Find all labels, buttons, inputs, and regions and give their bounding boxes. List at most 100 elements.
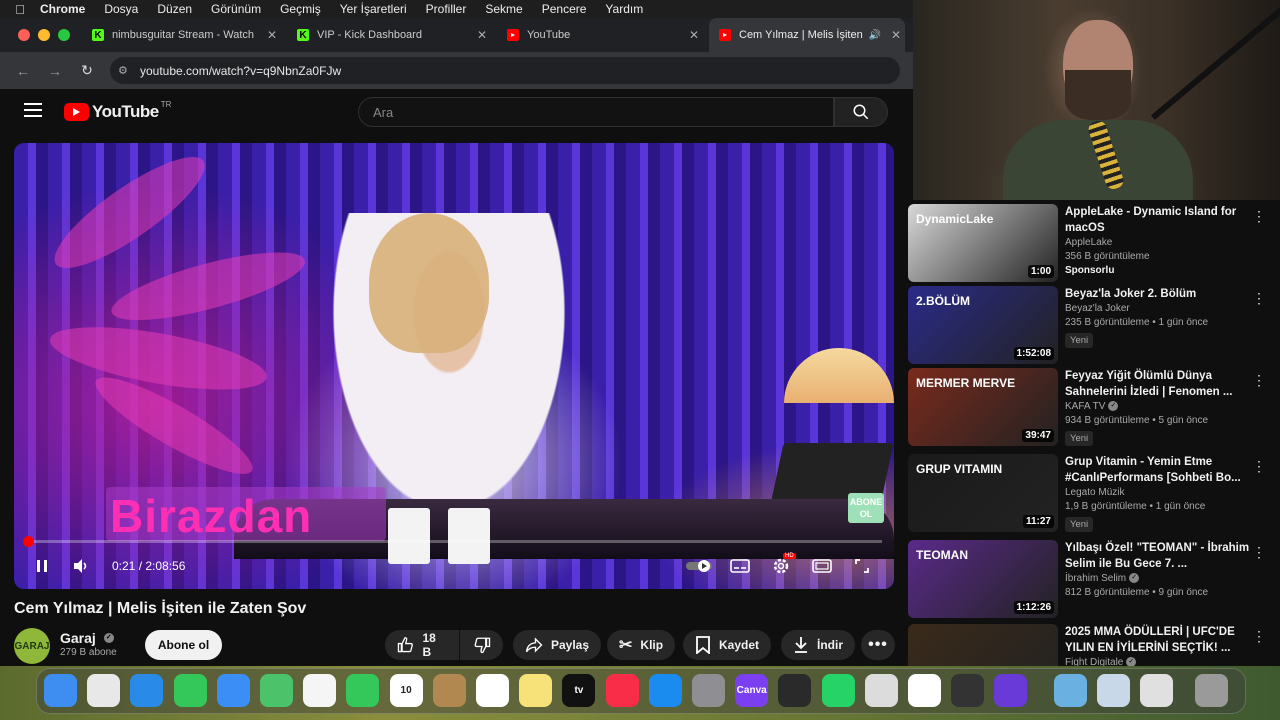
recommendation-title[interactable]: AppleLake - Dynamic Island for macOS: [1065, 204, 1250, 236]
imovie-icon[interactable]: [994, 674, 1028, 707]
recommendation-item[interactable]: MERMER MERVE 39:47 Feyyaz Yiğit Ölümlü Dün…: [908, 368, 1278, 446]
canva-icon[interactable]: Canva: [735, 674, 769, 707]
quicktime-icon[interactable]: [1096, 674, 1130, 707]
photos-icon[interactable]: [303, 674, 337, 707]
share-button[interactable]: Paylaş: [513, 630, 602, 660]
zoom-window-button[interactable]: [58, 29, 70, 41]
speaker-icon[interactable]: 🔊: [869, 30, 881, 41]
back-icon[interactable]: ←: [14, 63, 32, 79]
download-button[interactable]: İndir: [781, 630, 855, 660]
close-tab-icon[interactable]: ✕: [477, 28, 487, 42]
preview-icon[interactable]: [1053, 674, 1087, 707]
steam-icon[interactable]: [864, 674, 898, 707]
fullscreen-icon[interactable]: [854, 558, 870, 574]
reminders-icon[interactable]: [476, 674, 509, 707]
volume-icon[interactable]: [72, 558, 90, 574]
menu-bookmarks[interactable]: Yer İşaretleri: [340, 2, 407, 16]
menu-tab[interactable]: Sekme: [485, 2, 522, 16]
tab-youtube[interactable]: YouTube ✕: [497, 18, 709, 52]
subscribe-button[interactable]: Abone ol: [145, 630, 222, 660]
site-info-icon[interactable]: ⚙: [118, 64, 128, 77]
facetime-icon[interactable]: [346, 674, 380, 707]
like-button[interactable]: 18 B: [385, 630, 459, 660]
video-thumbnail[interactable]: TEOMAN 1:12:26: [908, 540, 1058, 618]
menu-help[interactable]: Yardım: [605, 2, 643, 16]
trash-icon[interactable]: [1195, 674, 1229, 707]
drive-icon[interactable]: [1140, 674, 1173, 707]
calculator-icon[interactable]: [951, 674, 985, 707]
close-tab-icon[interactable]: ✕: [267, 28, 277, 42]
appstore-icon[interactable]: [648, 674, 682, 707]
video-thumbnail[interactable]: 2.BÖLÜM 1:52:08: [908, 286, 1058, 364]
reload-icon[interactable]: ↻: [78, 62, 96, 79]
apple-icon[interactable]: : [0, 2, 40, 17]
subtitles-icon[interactable]: [730, 558, 750, 574]
chrome-icon[interactable]: [908, 674, 941, 707]
recommendation-item[interactable]: 2.BÖLÜM 1:52:08 Beyaz'la Joker 2. Bölüm Bey…: [908, 286, 1278, 364]
progress-scrubber[interactable]: [23, 536, 35, 547]
theater-mode-icon[interactable]: [812, 558, 832, 574]
launchpad-icon[interactable]: [87, 674, 121, 707]
menu-edit[interactable]: Düzen: [157, 2, 192, 16]
more-actions-button[interactable]: •••: [861, 630, 895, 660]
menu-profiles[interactable]: Profiller: [426, 2, 467, 16]
tv-icon[interactable]: tv: [562, 674, 596, 707]
channel-avatar[interactable]: GARAJ: [14, 628, 50, 664]
menu-history[interactable]: Geçmiş: [280, 2, 321, 16]
subscribe-watermark[interactable]: ABONE OL: [848, 493, 884, 523]
recommendation-title[interactable]: Yılbaşı Özel! "TEOMAN" - İbrahim Selim i…: [1065, 540, 1250, 572]
channel-name[interactable]: Garaj: [60, 630, 96, 646]
menu-icon[interactable]: [24, 103, 42, 117]
recommendation-channel[interactable]: İbrahim Selim ✓: [1065, 572, 1250, 586]
recommendation-channel[interactable]: AppleLake: [1065, 236, 1250, 250]
recommendation-item[interactable]: GRUP VITAMIN 11:27 Grup Vitamin - Yemin Et…: [908, 454, 1278, 532]
menu-file[interactable]: Dosya: [104, 2, 138, 16]
video-thumbnail[interactable]: GRUP VITAMIN 11:27: [908, 454, 1058, 532]
maps-icon[interactable]: [260, 674, 293, 707]
recommendation-title[interactable]: 2025 MMA ÖDÜLLERİ | UFC'DE YILIN EN İYİL…: [1065, 624, 1250, 656]
more-vert-icon[interactable]: ⋮: [1252, 290, 1266, 307]
address-bar[interactable]: ⚙ youtube.com/watch?v=q9NbnZa0FJw: [110, 57, 900, 84]
messages-icon[interactable]: [173, 674, 207, 707]
search-button[interactable]: [834, 97, 888, 127]
calendar-icon[interactable]: 10: [389, 674, 423, 707]
video-player[interactable]: Birazdan ABONE OL 0:21 / 2:08:56 HD: [14, 143, 894, 589]
recommendation-channel[interactable]: Legato Müzik: [1065, 486, 1250, 500]
recommendation-channel[interactable]: Beyaz'la Joker: [1065, 302, 1250, 316]
pause-icon[interactable]: [34, 558, 50, 574]
clip-button[interactable]: ✂ Klip: [607, 630, 676, 660]
search-input[interactable]: Ara: [358, 97, 834, 127]
mail-icon[interactable]: [216, 674, 250, 707]
recommendation-title[interactable]: Beyaz'la Joker 2. Bölüm: [1065, 286, 1250, 302]
tab-nimbusguitar[interactable]: K nimbusguitar Stream - Watch ✕: [82, 18, 287, 52]
settings-icon[interactable]: [692, 674, 725, 707]
close-tab-icon[interactable]: ✕: [891, 28, 901, 42]
notes-icon[interactable]: [519, 674, 553, 707]
whatsapp-icon[interactable]: [821, 674, 855, 707]
video-thumbnail[interactable]: DynamicLake 1:00: [908, 204, 1058, 282]
close-tab-icon[interactable]: ✕: [689, 28, 699, 42]
more-vert-icon[interactable]: ⋮: [1252, 458, 1266, 475]
channel-name-row[interactable]: Garaj ✓: [60, 630, 114, 646]
menu-chrome[interactable]: Chrome: [40, 2, 85, 16]
menu-window[interactable]: Pencere: [542, 2, 587, 16]
recommendation-title[interactable]: Feyyaz Yiğit Ölümlü Dünya Sahnelerini İz…: [1065, 368, 1250, 400]
autoplay-toggle[interactable]: [686, 559, 714, 573]
safari-icon[interactable]: [130, 674, 164, 707]
recommendation-channel[interactable]: KAFA TV ✓: [1065, 400, 1250, 414]
more-vert-icon[interactable]: ⋮: [1252, 544, 1266, 561]
contacts-icon[interactable]: [432, 674, 466, 707]
progress-bar[interactable]: [23, 536, 882, 547]
dislike-button[interactable]: [460, 630, 503, 660]
finder-icon[interactable]: [44, 674, 77, 707]
recommendation-item[interactable]: TEOMAN 1:12:26 Yılbaşı Özel! "TEOMAN" - İb…: [908, 540, 1278, 618]
more-vert-icon[interactable]: ⋮: [1252, 372, 1266, 389]
music-icon[interactable]: [605, 674, 639, 707]
tab-cem-yilmaz[interactable]: Cem Yılmaz | Melis İşiten 🔊 ✕: [709, 18, 905, 52]
minimize-window-button[interactable]: [38, 29, 50, 41]
video-thumbnail[interactable]: MERMER MERVE 39:47: [908, 368, 1058, 446]
more-vert-icon[interactable]: ⋮: [1252, 208, 1266, 225]
obs-icon[interactable]: [778, 674, 812, 707]
youtube-logo[interactable]: YouTube TR: [64, 100, 171, 122]
recommendation-item[interactable]: DynamicLake 1:00 AppleLake - Dynamic Islan…: [908, 204, 1278, 282]
